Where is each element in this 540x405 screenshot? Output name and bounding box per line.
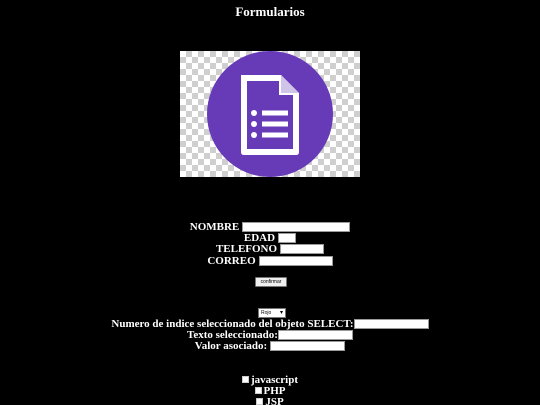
valor-label: Valor asociado: — [194, 339, 268, 352]
checkbox-javascript-row: javascript — [0, 374, 540, 386]
telefono-row: TELEFONO — [0, 242, 540, 255]
correo-row: CORREO — [0, 254, 540, 267]
telefono-label: TELEFONO — [215, 242, 278, 255]
texto-output[interactable] — [277, 329, 353, 340]
checkbox-php-row: PHP — [0, 385, 540, 397]
nombre-label: NOMBRE — [189, 220, 240, 233]
texto-row: Texto seleccionado: — [0, 329, 540, 341]
page-title: Formularios — [235, 4, 305, 19]
indice-row: Numero de indice seleccionado del objeto… — [0, 318, 540, 330]
page: Formularios NOMBRE EDAD TELEFONO CORREO … — [0, 0, 540, 405]
color-select[interactable]: Rojo ▾ — [258, 308, 286, 318]
javascript-checkbox[interactable] — [241, 376, 249, 383]
confirmar-button[interactable]: confirmar — [255, 277, 287, 287]
edad-input[interactable] — [278, 232, 297, 243]
jsp-checkbox[interactable] — [256, 398, 264, 405]
chevron-down-icon: ▾ — [279, 310, 283, 316]
nombre-input[interactable] — [242, 221, 351, 232]
nombre-row: NOMBRE — [0, 220, 540, 233]
google-forms-icon — [207, 51, 333, 177]
edad-row: EDAD — [0, 232, 540, 244]
telefono-input[interactable] — [280, 243, 325, 254]
valor-output[interactable] — [270, 340, 346, 351]
checkbox-jsp-row: JSP — [0, 396, 540, 405]
valor-row: Valor asociado: — [0, 339, 540, 352]
php-checkbox[interactable] — [254, 387, 262, 394]
indice-output[interactable] — [353, 318, 429, 329]
correo-label: CORREO — [207, 254, 256, 267]
color-select-value: Rojo — [261, 310, 272, 316]
jsp-label: JSP — [265, 395, 284, 405]
logo-image — [180, 51, 360, 177]
correo-input[interactable] — [258, 255, 333, 266]
